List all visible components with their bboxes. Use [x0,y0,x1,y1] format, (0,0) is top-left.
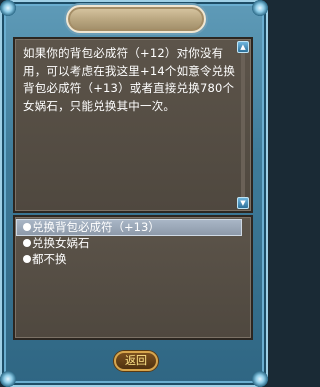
dialog-text-panel: 如果你的背包必成符（+12）对你没有用，可以考虑在我这里+14个如意令兑换背包必… [13,37,253,213]
text-scrollbar[interactable]: ▲ ▼ [237,41,249,209]
option-label: 都不换 [32,252,67,266]
option-label: 兑换背包必成符（+13） [32,220,160,234]
options-panel: 兑换背包必成符（+13） 兑换女娲石 都不换 [13,215,253,340]
option-exchange-stone[interactable]: 兑换女娲石 [17,236,241,251]
bullet-icon [23,239,31,247]
option-exchange-charm[interactable]: 兑换背包必成符（+13） [16,219,242,236]
scroll-track[interactable] [241,53,245,197]
back-button[interactable]: 返回 [114,351,158,371]
corner-ornament [252,0,268,16]
option-label: 兑换女娲石 [32,236,90,250]
option-no-exchange[interactable]: 都不换 [17,252,241,267]
bullet-icon [23,223,31,231]
dialog-text: 如果你的背包必成符（+12）对你没有用，可以考虑在我这里+14个如意令兑换背包必… [23,46,236,113]
scroll-down-icon[interactable]: ▼ [237,197,249,209]
corner-ornament [252,371,268,387]
corner-ornament [0,371,16,387]
scroll-up-icon[interactable]: ▲ [237,41,249,53]
corner-ornament [0,0,16,16]
dialog-window: 如果你的背包必成符（+12）对你没有用，可以考虑在我这里+14个如意令兑换背包必… [0,0,268,387]
bullet-icon [23,255,31,263]
title-plate [66,5,206,33]
